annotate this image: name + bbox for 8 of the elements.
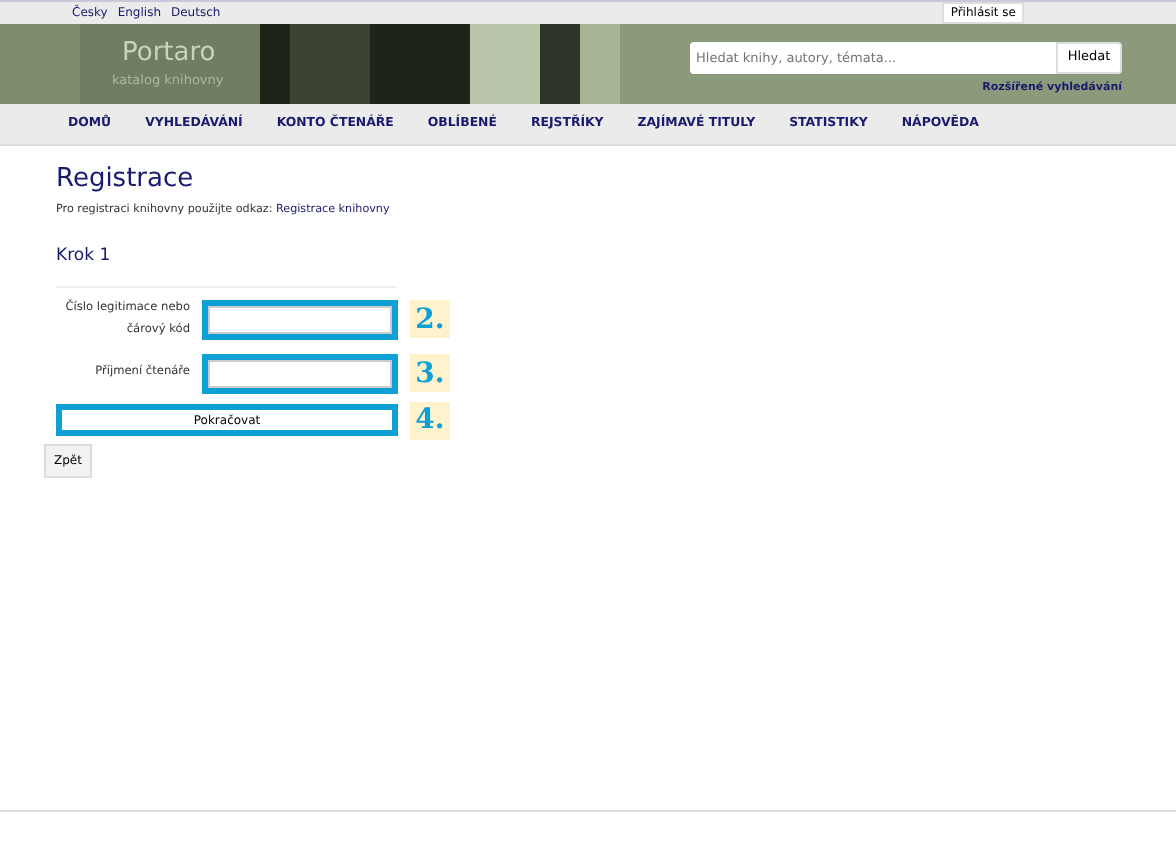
step-marker: 3. bbox=[410, 354, 450, 393]
step-marker: 4. bbox=[410, 401, 450, 440]
input-field[interactable] bbox=[202, 353, 398, 394]
logo-text: Portaro bbox=[122, 36, 216, 72]
page-title: Registrace bbox=[56, 164, 196, 196]
step-marker: 2. bbox=[410, 300, 450, 339]
input-field[interactable] bbox=[202, 299, 398, 340]
step-heading: Krok 1 bbox=[56, 243, 113, 270]
